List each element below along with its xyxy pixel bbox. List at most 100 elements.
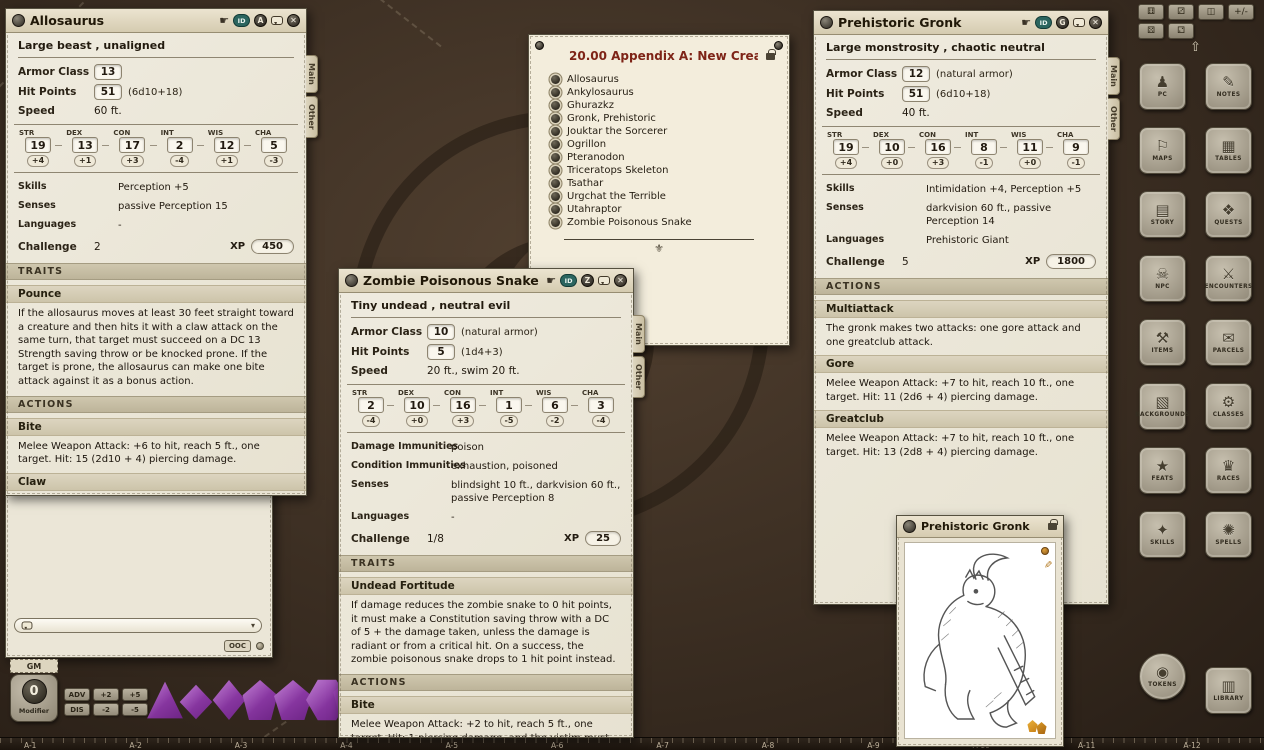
window-titlebar[interactable]: Prehistoric Gronk <box>897 516 1063 538</box>
ability-score[interactable]: 9 <box>1063 139 1089 155</box>
hotkey-slot-a-2[interactable]: A-2 <box>129 741 141 750</box>
side-tab-main[interactable]: Main <box>306 55 318 93</box>
hotkey-slot-a-8[interactable]: A-8 <box>762 741 774 750</box>
dice-clear-button[interactable]: ⚁ <box>1168 23 1194 39</box>
npc-window-zombie-poisonous-snake[interactable]: Zombie Poisonous Snake ☛ ID Z ✕ Tiny und… <box>338 268 634 738</box>
ability-str[interactable]: STR19+4 <box>16 129 60 167</box>
ability-score[interactable]: 11 <box>1017 139 1043 155</box>
entry-name-claw[interactable]: Claw <box>6 473 306 491</box>
ability-modifier[interactable]: -1 <box>975 157 994 169</box>
xp-value[interactable]: 25 <box>585 531 621 546</box>
ability-modifier[interactable]: +0 <box>406 415 428 427</box>
gm-identity-tab[interactable]: GM <box>10 659 58 673</box>
ability-score[interactable]: 2 <box>167 137 193 153</box>
side-tab-other[interactable]: Other <box>1108 98 1120 140</box>
story-link-pteranodon[interactable]: Pteranodon <box>551 151 779 164</box>
story-link-ogrillon[interactable]: Ogrillon <box>551 138 779 151</box>
entry-name-undead-fortitude[interactable]: Undead Fortitude <box>339 577 633 595</box>
close-icon[interactable]: ✕ <box>1089 16 1102 29</box>
ability-score[interactable]: 6 <box>542 397 568 413</box>
ability-modifier[interactable]: -5 <box>500 415 519 427</box>
modifier-button-plus2[interactable]: +2 <box>93 688 119 701</box>
sidebar-button-story[interactable]: ▤STORY <box>1139 191 1186 238</box>
window-titlebar[interactable]: Prehistoric Gronk ☛ ID G ✕ <box>814 11 1108 35</box>
share-chat-icon[interactable] <box>1073 18 1085 27</box>
modifier-button-minus2[interactable]: -2 <box>93 703 119 716</box>
modifier-button-adv[interactable]: ADV <box>64 688 90 701</box>
sidebar-button-backgrounds[interactable]: ▧BACKGROUNDS <box>1139 383 1186 430</box>
share-chat-icon[interactable] <box>271 16 283 25</box>
lock-icon[interactable] <box>1048 523 1057 530</box>
modifier-stamp[interactable]: 0 Modifier <box>10 674 58 722</box>
ability-modifier[interactable]: +0 <box>1019 157 1041 169</box>
hand-pointer-icon[interactable]: ☛ <box>546 275 556 286</box>
token-badge-icon[interactable]: Z <box>581 274 594 287</box>
sidebar-button-classes[interactable]: ⚙CLASSES <box>1205 383 1252 430</box>
ability-modifier[interactable]: -3 <box>264 155 283 167</box>
ability-modifier[interactable]: -1 <box>1067 157 1086 169</box>
image-window-prehistoric-gronk[interactable]: Prehistoric Gronk <box>896 515 1064 747</box>
hotkey-slot-a-12[interactable]: A-12 <box>1183 741 1200 750</box>
entry-name-greatclub[interactable]: Greatclub <box>814 410 1108 428</box>
ability-wis[interactable]: WIS6-2 <box>533 389 577 427</box>
ability-score[interactable]: 5 <box>261 137 287 153</box>
ability-score[interactable]: 19 <box>25 137 51 153</box>
ability-modifier[interactable]: -4 <box>362 415 381 427</box>
hotkey-slot-a-4[interactable]: A-4 <box>340 741 352 750</box>
close-icon[interactable]: ✕ <box>287 14 300 27</box>
die-d10[interactable] <box>241 680 279 720</box>
sidebar-button-items[interactable]: ⚒ITEMS <box>1139 319 1186 366</box>
sidebar-button-pc[interactable]: ♟PC <box>1139 63 1186 110</box>
chat-input[interactable]: ▾ <box>14 618 262 633</box>
story-link-gronk-prehistoric[interactable]: Gronk, Prehistoric <box>551 112 779 125</box>
ability-str[interactable]: STR19+4 <box>824 131 868 169</box>
ability-con[interactable]: CON16+3 <box>441 389 485 427</box>
sidebar-button-notes[interactable]: ✎NOTES <box>1205 63 1252 110</box>
quill-icon[interactable]: ✎ <box>1041 560 1052 568</box>
side-tab-main[interactable]: Main <box>633 315 645 353</box>
ability-modifier[interactable]: +3 <box>927 157 949 169</box>
story-link-urgchat-the-terrible[interactable]: Urgchat the Terrible <box>551 190 779 203</box>
side-tab-other[interactable]: Other <box>633 356 645 398</box>
ability-dex[interactable]: DEX10+0 <box>395 389 439 427</box>
window-titlebar[interactable]: Allosaurus ☛ ID A ✕ <box>6 9 306 33</box>
window-titlebar[interactable]: Zombie Poisonous Snake ☛ ID Z ✕ <box>339 269 633 293</box>
sidebar-button-library[interactable]: ▥LIBRARY <box>1205 667 1252 714</box>
ability-con[interactable]: CON17+3 <box>110 129 154 167</box>
modifier-button-plus5[interactable]: +5 <box>122 688 148 701</box>
ability-wis[interactable]: WIS11+0 <box>1008 131 1052 169</box>
ability-modifier[interactable]: +1 <box>216 155 238 167</box>
modifier-button-dis[interactable]: DIS <box>64 703 90 716</box>
chevron-down-icon[interactable]: ▾ <box>251 621 255 630</box>
ability-score[interactable]: 16 <box>450 397 476 413</box>
die-d8[interactable] <box>210 680 248 720</box>
plus-minus-button[interactable]: +/- <box>1228 4 1254 20</box>
chat-window[interactable]: ▾ OOC <box>5 488 273 658</box>
ability-modifier[interactable]: +4 <box>835 157 857 169</box>
ability-score[interactable]: 17 <box>119 137 145 153</box>
ability-wis[interactable]: WIS12+1 <box>205 129 249 167</box>
die-d4[interactable] <box>146 680 184 720</box>
ability-con[interactable]: CON16+3 <box>916 131 960 169</box>
hotkey-slot-a-1[interactable]: A-1 <box>24 741 36 750</box>
hit-points-value[interactable]: 51 <box>902 86 930 102</box>
xp-value[interactable]: 1800 <box>1046 254 1096 269</box>
armor-class-value[interactable]: 10 <box>427 324 455 340</box>
ability-dex[interactable]: DEX13+1 <box>63 129 107 167</box>
hotkey-slot-a-6[interactable]: A-6 <box>551 741 563 750</box>
ability-int[interactable]: INT1-5 <box>487 389 531 427</box>
share-chat-icon[interactable] <box>598 276 610 285</box>
hand-pointer-icon[interactable]: ☛ <box>1021 17 1031 28</box>
entry-name-pounce[interactable]: Pounce <box>6 285 306 303</box>
sidebar-button-skills[interactable]: ✦SKILLS <box>1139 511 1186 558</box>
dice-bag-button[interactable]: ⚅ <box>1138 4 1164 20</box>
hotkey-slot-a-5[interactable]: A-5 <box>446 741 458 750</box>
ability-int[interactable]: INT2-4 <box>158 129 202 167</box>
ability-modifier[interactable]: +3 <box>452 415 474 427</box>
sidebar-button-spells[interactable]: ✺SPELLS <box>1205 511 1252 558</box>
window-stack-button[interactable]: ◫ <box>1198 4 1224 20</box>
ability-score[interactable]: 2 <box>358 397 384 413</box>
ability-score[interactable]: 12 <box>214 137 240 153</box>
modifier-button-minus5[interactable]: -5 <box>122 703 148 716</box>
ability-score[interactable]: 10 <box>404 397 430 413</box>
